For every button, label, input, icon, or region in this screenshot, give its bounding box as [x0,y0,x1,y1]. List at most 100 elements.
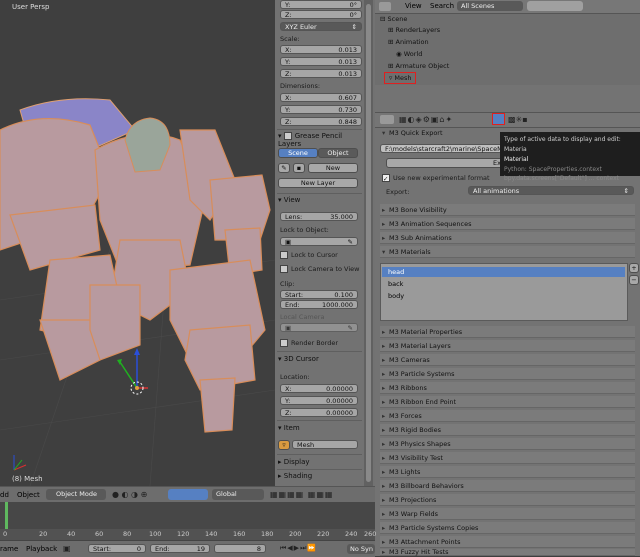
outliner-header: View Search All Scenes [375,0,640,14]
context-tab-icons[interactable]: ▦◐◈⚙▣⌂✦ [399,115,453,124]
texture-tab-icons[interactable]: ▩✳▪ [508,115,528,124]
shading-panel-header[interactable]: ▸ Shading [278,472,358,480]
export-button[interactable]: Ex [386,158,506,168]
panel-particle-systems[interactable]: M3 Particle Systems [380,368,635,380]
current-frame-field[interactable]: 8 [214,544,266,553]
gp-block-icon[interactable]: ▪ [293,163,305,173]
display-panel-header[interactable]: ▸ Display [278,458,358,466]
editor-type-icon[interactable] [380,115,394,124]
lens-field[interactable]: Lens: 35.000 [280,212,358,221]
frame-menu[interactable]: rame [0,545,18,553]
panel-physics-shapes[interactable]: M3 Physics Shapes [380,438,635,450]
scale-x-field[interactable]: X: 0.013 [280,45,362,54]
outliner-row-renderlayers[interactable]: ⊞ RenderLayers [388,25,440,36]
panel-bone-visibility[interactable]: M3 Bone Visibility [380,204,635,216]
material-tab-icon[interactable] [492,113,505,125]
new-layer-button[interactable]: New Layer [278,178,358,188]
end-frame-field[interactable]: End: 19 [150,544,210,553]
view-panel-header[interactable]: ▾ View [278,196,358,204]
item-name-field[interactable]: Mesh [292,440,358,449]
sync-select[interactable]: No Syn [347,544,375,554]
start-frame-field[interactable]: Start: 0 [88,544,146,553]
playback-controls[interactable]: ⏮◀▶⏭⏩ [280,544,317,553]
gp-new-button[interactable]: New [308,163,358,173]
panel-projections[interactable]: M3 Projections [380,494,635,506]
local-camera-field[interactable]: ▣ ✎ [280,323,358,332]
playback-menu[interactable]: Playback [26,545,57,553]
outliner-row-mesh[interactable]: ▿ Mesh [384,72,417,84]
export-label: Export: [386,188,410,196]
panel-ribbons[interactable]: M3 Ribbons [380,382,635,394]
panel-material-properties[interactable]: M3 Material Properties [380,326,635,338]
search-input[interactable] [527,1,583,11]
gp-object-tab[interactable]: Object [318,148,358,158]
panel-animation-sequences[interactable]: M3 Animation Sequences [380,218,635,230]
search-menu[interactable]: Search [430,2,454,10]
panel-ribbon-end-point[interactable]: M3 Ribbon End Point [380,396,635,408]
export-select[interactable]: All animations ⇕ [468,186,634,195]
dimension-x-field[interactable]: X: 0.607 [280,93,362,102]
shading-icons[interactable]: ● ◐ ◑ ⊕ [112,490,147,499]
material-item-head[interactable]: head [382,267,625,277]
outliner-row-animation[interactable]: ⊞ Animation [388,37,429,48]
material-item-body[interactable]: body [388,292,404,300]
object-menu[interactable]: Object [17,491,40,499]
dimension-y-field[interactable]: Y: 0.730 [280,105,362,114]
export-path-field[interactable]: F:\models\starcraft2\marine\SpaceMarine [380,144,519,153]
lock-camera-checkbox[interactable]: Lock Camera to View [280,265,359,273]
add-material-button[interactable]: + [629,263,639,273]
3d-cursor-header[interactable]: ▾ 3D Cursor [278,355,358,363]
clip-start-field[interactable]: Start: 0.100 [280,290,358,299]
gp-scene-tab[interactable]: Scene [278,148,318,158]
cursor-z-field[interactable]: Z: 0.00000 [280,408,358,417]
clip-end-field[interactable]: End: 1000.000 [280,300,358,309]
scenes-select[interactable]: All Scenes [457,1,523,11]
scale-y-field[interactable]: Y: 0.013 [280,57,362,66]
keying-icon[interactable]: ▣ [63,544,71,553]
cursor-x-field[interactable]: X: 0.00000 [280,384,358,393]
tick: 220 [317,530,330,538]
panel-materials[interactable]: M3 Materials [380,246,635,258]
panel-sub-animations[interactable]: M3 Sub Animations [380,232,635,244]
divider [277,351,362,352]
dimension-z-field[interactable]: Z: 0.848 [280,117,362,126]
transform-orientation-select[interactable]: Global [212,489,264,500]
pencil-icon[interactable]: ✎ [278,163,290,173]
rotation-y-field[interactable]: Y: 0° [280,0,362,9]
mode-select[interactable]: Object Mode [46,489,106,500]
editor-type-icon[interactable] [379,2,391,11]
materials-list[interactable]: head back body [380,263,628,321]
add-menu[interactable]: dd [0,491,9,499]
remove-material-button[interactable]: − [629,275,639,285]
panel-particle-systems-copies[interactable]: M3 Particle Systems Copies [380,522,635,534]
lock-to-cursor-checkbox[interactable]: Lock to Cursor [280,251,338,259]
render-border-checkbox[interactable]: Render Border [280,339,338,347]
panel-rigid-bodies[interactable]: M3 Rigid Bodies [380,424,635,436]
outliner-row-world[interactable]: ◉ World [396,49,422,60]
use-new-format-checkbox[interactable]: ✓ Use new experimental format [382,174,490,183]
lock-object-field[interactable]: ▣ ✎ [280,237,358,246]
grease-pencil-header[interactable]: ▾ Grease Pencil Layers [278,132,358,148]
outliner-row-scene[interactable]: ⊟ Scene [380,14,407,25]
panel-material-layers[interactable]: M3 Material Layers [380,340,635,352]
view-menu[interactable]: View [405,2,422,10]
cursor-y-field[interactable]: Y: 0.00000 [280,396,358,405]
outliner-row-armature[interactable]: ⊞ Armature Object [388,61,449,72]
scale-z-field[interactable]: Z: 0.013 [280,69,362,78]
panel-visibility-test[interactable]: M3 Visibility Test [380,452,635,464]
material-item-back[interactable]: back [388,280,403,288]
panel-cameras[interactable]: M3 Cameras [380,354,635,366]
rotation-mode-select[interactable]: XYZ Euler ⇕ [280,22,362,31]
layer-icons[interactable]: ▦▦▦▦ ▦▦▦ [270,490,333,499]
panel-forces[interactable]: M3 Forces [380,410,635,422]
3d-viewport[interactable]: User Persp (8) Mesh [0,0,275,486]
panel-warp-fields[interactable]: M3 Warp Fields [380,508,635,520]
panel-lights[interactable]: M3 Lights [380,466,635,478]
manipulator-icons[interactable] [168,489,208,500]
shelf-scrollbar-thumb[interactable] [366,4,371,482]
panel-billboard-behaviors[interactable]: M3 Billboard Behaviors [380,480,635,492]
panel-fuzzy-hit-tests[interactable]: M3 Fuzzy Hit Tests [380,549,635,556]
rotation-z-field[interactable]: Z: 0° [280,10,362,19]
item-panel-header[interactable]: ▾ Item [278,424,358,432]
panel-attachment-points[interactable]: M3 Attachment Points [380,536,635,548]
